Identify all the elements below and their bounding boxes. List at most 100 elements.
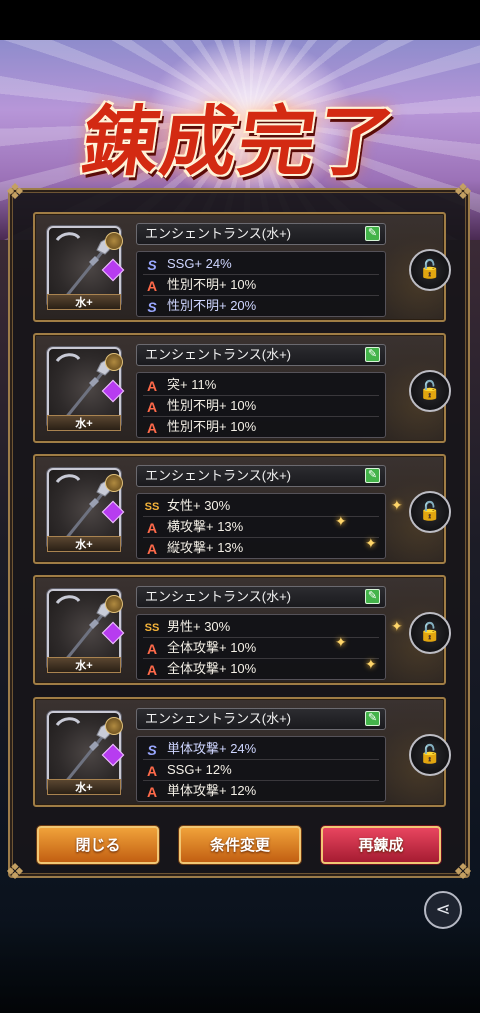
edit-icon[interactable]: ✎: [365, 347, 380, 362]
refine-result-card: 水+ エンシェントランス(水+) ✎ S SSG+ 24% A 性別不明+ 10% …: [33, 212, 451, 322]
stat-text: SSG+ 12%: [167, 762, 232, 777]
thumbnail-label: 水+: [47, 779, 121, 795]
thumbnail-label: 水+: [47, 294, 121, 310]
item-name-bar: エンシェントランス(水+) ✎: [136, 344, 386, 366]
a-icon: A: [146, 377, 158, 394]
lock-toggle-button[interactable]: 🔓: [409, 370, 451, 412]
item-name: エンシェントランス(水+): [145, 226, 291, 241]
stat-text: 突+ 11%: [167, 377, 217, 392]
sparkle-icon: ✦: [365, 657, 377, 673]
stat-text: 全体攻撃+ 10%: [167, 661, 257, 676]
ornament-corner-icon: ❖: [453, 860, 473, 885]
stat-text: SSG+ 24%: [167, 256, 232, 271]
stat-text: 女性+ 30%: [167, 498, 231, 513]
stats-list: S SSG+ 24% A 性別不明+ 10% S 性別不明+ 20%: [136, 251, 386, 317]
stat-row: A SSG+ 12%: [143, 760, 379, 781]
edit-icon[interactable]: ✎: [365, 226, 380, 241]
re-refine-button[interactable]: 再錬成: [321, 826, 441, 864]
edit-icon[interactable]: ✎: [365, 468, 380, 483]
edit-icon[interactable]: ✎: [365, 589, 380, 604]
thumbnail-label: 水+: [47, 657, 121, 673]
a-icon: A: [146, 398, 158, 415]
element-badge-icon: [105, 717, 123, 735]
stat-row: A 縦攻撃+ 13%: [143, 538, 379, 558]
refine-result-card: 水+ エンシェントランス(水+) ✎ SS 女性+ 30% A 横攻撃+ 13% A…: [33, 454, 451, 564]
element-badge-icon: [105, 232, 123, 250]
element-badge-icon: [105, 474, 123, 492]
a-icon: A: [146, 783, 158, 800]
lock-toggle-button[interactable]: 🔓: [409, 612, 451, 654]
thumbnail-label: 水+: [47, 536, 121, 552]
sparkle-icon: ✦: [391, 498, 403, 514]
a-icon: A: [146, 519, 158, 536]
item-name-bar: エンシェントランス(水+) ✎: [136, 708, 386, 730]
s-icon: S: [147, 256, 157, 273]
sparkle-icon: ✦: [365, 536, 377, 552]
lock-toggle-button[interactable]: 🔓: [409, 491, 451, 533]
stat-text: 男性+ 30%: [167, 619, 231, 634]
unlock-icon: 🔓: [418, 259, 442, 280]
page-title: 錬成完了: [76, 97, 402, 186]
unlock-icon: 🔓: [418, 744, 442, 765]
refine-result-card: 水+ エンシェントランス(水+) ✎ S 単体攻撃+ 24% A SSG+ 12% …: [33, 697, 451, 807]
element-badge-icon: [105, 353, 123, 371]
stat-text: 単体攻撃+ 12%: [167, 783, 257, 798]
stat-text: 性別不明+ 10%: [167, 419, 257, 434]
a-icon: A: [146, 762, 158, 779]
item-name-bar: エンシェントランス(水+) ✎: [136, 586, 386, 608]
share-icon: ⋖: [435, 899, 451, 920]
a-icon: A: [146, 277, 158, 294]
edit-icon[interactable]: ✎: [365, 711, 380, 726]
stat-row: S 性別不明+ 20%: [143, 296, 379, 316]
item-name-bar: エンシェントランス(水+) ✎: [136, 223, 386, 245]
stat-row: A 突+ 11%: [143, 375, 379, 396]
close-button[interactable]: 閉じる: [37, 826, 159, 864]
stats-list: SS 女性+ 30% A 横攻撃+ 13% A 縦攻撃+ 13%: [136, 493, 386, 559]
sparkle-icon: ✦: [335, 514, 347, 530]
unlock-icon: 🔓: [418, 501, 442, 522]
refine-result-card: 水+ エンシェントランス(水+) ✎ A 突+ 11% A 性別不明+ 10% A性…: [33, 333, 451, 443]
stat-text: 性別不明+ 10%: [167, 398, 257, 413]
s-icon: S: [147, 298, 157, 315]
a-icon: A: [146, 640, 158, 657]
sparkle-icon: ✦: [391, 619, 403, 635]
stat-row: A 性別不明+ 10%: [143, 417, 379, 437]
change-conditions-button[interactable]: 条件変更: [179, 826, 301, 864]
ss-icon: SS: [144, 621, 160, 634]
a-icon: A: [146, 661, 158, 678]
stats-list: SS 男性+ 30% A 全体攻撃+ 10% A 全体攻撃+ 10%: [136, 614, 386, 680]
stat-row: S SSG+ 24%: [143, 254, 379, 275]
item-name: エンシェントランス(水+): [145, 589, 291, 604]
share-button[interactable]: ⋖: [424, 891, 462, 929]
element-badge-icon: [105, 595, 123, 613]
item-name: エンシェントランス(水+): [145, 347, 291, 362]
a-icon: A: [146, 540, 158, 557]
unlock-icon: 🔓: [418, 380, 442, 401]
stat-row: A 性別不明+ 10%: [143, 275, 379, 296]
ss-icon: SS: [144, 500, 160, 513]
stat-text: 縦攻撃+ 13%: [167, 540, 244, 555]
sparkle-icon: ✦: [335, 635, 347, 651]
stat-text: 性別不明+ 20%: [167, 298, 257, 313]
stat-row: A 単体攻撃+ 12%: [143, 781, 379, 801]
stat-text: 性別不明+ 10%: [167, 277, 257, 292]
unlock-icon: 🔓: [418, 622, 442, 643]
ornament-corner-icon: ❖: [5, 860, 25, 885]
stat-text: 全体攻撃+ 10%: [167, 640, 257, 655]
lock-toggle-button[interactable]: 🔓: [409, 734, 451, 776]
stats-list: S 単体攻撃+ 24% A SSG+ 12% A 単体攻撃+ 12%: [136, 736, 386, 802]
item-name-bar: エンシェントランス(水+) ✎: [136, 465, 386, 487]
status-bar: [0, 0, 480, 40]
item-name: エンシェントランス(水+): [145, 468, 291, 483]
s-icon: S: [147, 741, 157, 758]
stats-list: A 突+ 11% A 性別不明+ 10% A 性別不明+ 10%: [136, 372, 386, 438]
stat-row: A 全体攻撃+ 10%: [143, 659, 379, 679]
stat-text: 横攻撃+ 13%: [167, 519, 244, 534]
stat-row: A 性別不明+ 10%: [143, 396, 379, 417]
ornament-corner-icon: ❖: [5, 180, 25, 205]
lock-toggle-button[interactable]: 🔓: [409, 249, 451, 291]
item-name: エンシェントランス(水+): [145, 711, 291, 726]
thumbnail-label: 水+: [47, 415, 121, 431]
bottom-shade: [0, 920, 480, 1013]
refine-result-card: 水+ エンシェントランス(水+) ✎ SS 男性+ 30% A 全体攻撃+ 10% …: [33, 575, 451, 685]
